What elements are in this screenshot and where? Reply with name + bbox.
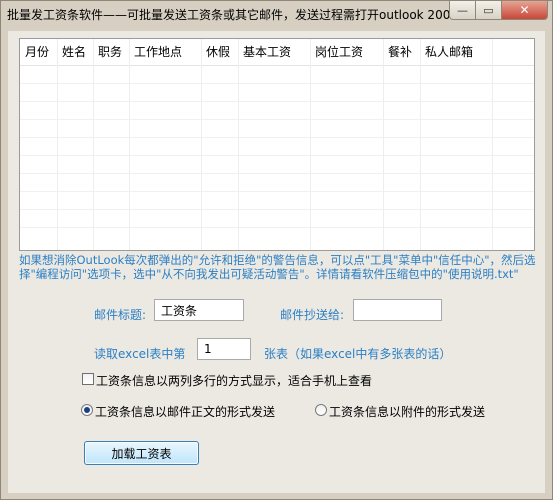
col-header-post-pay[interactable]: 岗位工资 <box>315 39 363 65</box>
cc-label: 邮件抄送给: <box>280 308 345 322</box>
window-controls: — ▭ ✕ <box>449 1 548 21</box>
col-divider <box>238 39 239 250</box>
maximize-button[interactable]: ▭ <box>476 1 502 20</box>
row-divider <box>20 155 534 156</box>
cc-input[interactable] <box>353 299 442 321</box>
close-icon: ✕ <box>519 3 530 17</box>
title-bar[interactable]: 批量发工资条软件——可批量发送工资条或其它邮件，发送过程需打开outlook 2… <box>1 1 552 27</box>
maximize-icon: ▭ <box>483 3 494 17</box>
col-header-title[interactable]: 职务 <box>98 39 122 65</box>
send-as-attachment-radio[interactable] <box>315 404 327 416</box>
col-divider <box>310 39 311 250</box>
col-divider <box>383 39 384 250</box>
col-divider <box>420 39 421 250</box>
send-as-body-radio[interactable] <box>81 404 93 416</box>
row-divider <box>20 173 534 174</box>
client-area: 月份 姓名 职务 工作地点 休假 基本工资 岗位工资 餐补 私人邮箱 如果想消除… <box>8 31 545 493</box>
col-divider <box>129 39 130 250</box>
minimize-icon: — <box>457 3 468 17</box>
row-divider <box>20 83 534 84</box>
subject-label: 邮件标题: <box>94 308 147 322</box>
col-header-name[interactable]: 姓名 <box>62 39 86 65</box>
two-row-checkbox[interactable] <box>82 373 94 385</box>
col-header-base-pay[interactable]: 基本工资 <box>243 39 291 65</box>
grid-header: 月份 姓名 职务 工作地点 休假 基本工资 岗位工资 餐补 私人邮箱 <box>20 39 534 65</box>
col-header-month[interactable]: 月份 <box>25 39 49 65</box>
header-divider <box>20 65 534 66</box>
row-divider <box>20 191 534 192</box>
col-header-leave[interactable]: 休假 <box>206 39 230 65</box>
col-divider <box>93 39 94 250</box>
row-divider <box>20 209 534 210</box>
row-divider <box>20 137 534 138</box>
two-row-label[interactable]: 工资条信息以两列多行的方式显示，适合手机上查看 <box>96 372 372 389</box>
col-header-email[interactable]: 私人邮箱 <box>425 39 473 65</box>
col-divider <box>201 39 202 250</box>
window-title: 批量发工资条软件——可批量发送工资条或其它邮件，发送过程需打开outlook 2… <box>7 8 458 22</box>
col-header-meal[interactable]: 餐补 <box>388 39 412 65</box>
app-window: 批量发工资条软件——可批量发送工资条或其它邮件，发送过程需打开outlook 2… <box>0 0 553 500</box>
salary-grid[interactable]: 月份 姓名 职务 工作地点 休假 基本工资 岗位工资 餐补 私人邮箱 <box>19 38 535 251</box>
subject-input[interactable] <box>154 299 244 321</box>
outlook-warning-notice: 如果想消除OutLook每次都弹出的"允许和拒绝"的警告信息，可以点"工具"菜单… <box>19 253 536 281</box>
minimize-button[interactable]: — <box>449 1 476 20</box>
col-divider <box>57 39 58 250</box>
sheet-index-label: 读取excel表中第 <box>94 347 186 361</box>
row-divider <box>20 227 534 228</box>
send-as-body-label[interactable]: 工资条信息以邮件正文的形式发送 <box>95 403 275 420</box>
send-as-attachment-label[interactable]: 工资条信息以附件的形式发送 <box>329 403 485 420</box>
row-divider <box>20 101 534 102</box>
sheet-index-input[interactable] <box>197 338 251 360</box>
col-divider <box>492 39 493 250</box>
row-divider <box>20 119 534 120</box>
col-header-location[interactable]: 工作地点 <box>134 39 182 65</box>
load-salary-button[interactable]: 加载工资表 <box>84 441 199 465</box>
close-button[interactable]: ✕ <box>502 1 548 20</box>
sheet-index-hint: 张表（如果excel中有多张表的话） <box>264 347 452 361</box>
